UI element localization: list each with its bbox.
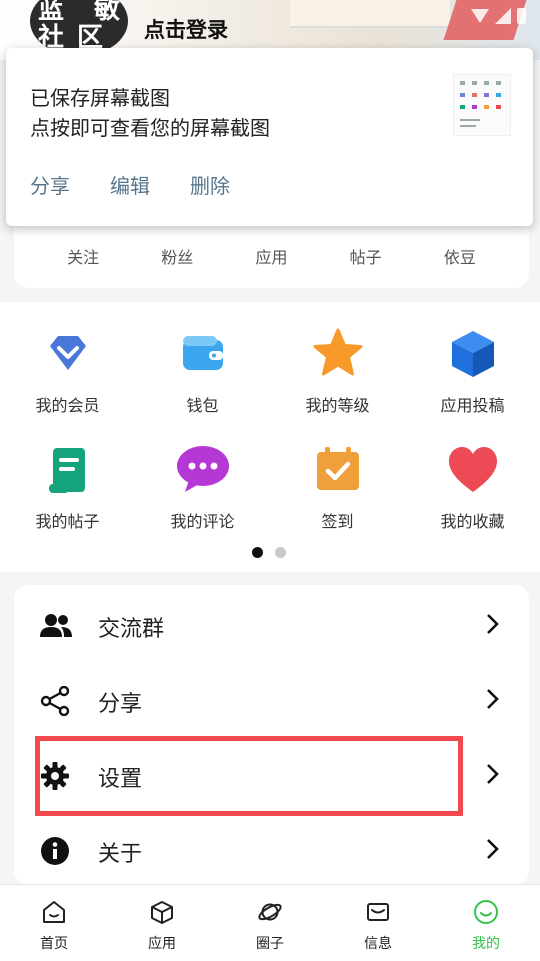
menu-item-about[interactable]: 关于 <box>14 814 529 884</box>
nav-label: 圈子 <box>256 936 284 952</box>
page-indicator <box>252 547 286 558</box>
wallet-icon <box>175 326 231 382</box>
info-icon <box>40 836 70 866</box>
grid-label: 我的帖子 <box>35 512 100 531</box>
settings-menu: 交流群 分享 设置 关于 <box>14 585 529 885</box>
nav-item-circle[interactable]: 圈子 <box>216 885 324 961</box>
scroll-icon <box>40 442 96 498</box>
nav-label: 首页 <box>40 936 68 952</box>
share-action-button[interactable]: 分享 <box>30 170 70 199</box>
nav-item-mine[interactable]: 我的 <box>432 885 540 961</box>
status-bar-icons <box>471 8 526 24</box>
nav-item-home[interactable]: 首页 <box>0 885 108 961</box>
grid-item-submit[interactable]: 应用投稿 <box>405 326 540 416</box>
nav-label: 信息 <box>364 936 392 952</box>
header-decoration <box>290 0 450 28</box>
screenshot-thumbnail[interactable] <box>453 74 511 136</box>
edit-action-button[interactable]: 编辑 <box>110 170 150 199</box>
menu-label: 分享 <box>98 692 143 717</box>
stats-row: 关注 粉丝 应用 帖子 依豆 <box>14 244 529 268</box>
grid-label: 我的评论 <box>170 512 235 531</box>
notification-title: 已保存屏幕截图 <box>30 86 170 110</box>
menu-item-group[interactable]: 交流群 <box>14 589 529 659</box>
box-icon <box>149 899 175 925</box>
grid-item-favorites[interactable]: 我的收藏 <box>405 442 540 532</box>
highlight-box <box>35 736 463 816</box>
stat-fans[interactable]: 粉丝 <box>132 244 222 268</box>
share-icon <box>40 685 70 717</box>
delete-action-button[interactable]: 删除 <box>190 170 230 199</box>
signal-icon <box>495 8 511 24</box>
grid-item-checkin[interactable]: 签到 <box>270 442 405 532</box>
stat-beans[interactable]: 依豆 <box>415 244 505 268</box>
chevron-right-icon <box>481 763 503 785</box>
grid-item-wallet[interactable]: 钱包 <box>135 326 270 416</box>
chevron-right-icon <box>481 613 503 635</box>
page-dot[interactable] <box>275 547 286 558</box>
heart-icon <box>445 442 501 498</box>
comment-bubble-icon <box>175 442 231 498</box>
grid-label: 钱包 <box>186 396 219 415</box>
cube-icon <box>445 326 501 382</box>
menu-label: 交流群 <box>98 617 165 642</box>
mail-icon <box>365 899 391 925</box>
nav-item-messages[interactable]: 信息 <box>324 885 432 961</box>
screenshot-notification[interactable]: 已保存屏幕截图 点按即可查看您的屏幕截图 分享 编辑 删除 <box>6 48 533 226</box>
grid-item-vip[interactable]: 我的会员 <box>0 326 135 416</box>
stat-follow[interactable]: 关注 <box>38 244 128 268</box>
notification-subtitle: 点按即可查看您的屏幕截图 <box>30 116 270 140</box>
grid-label: 我的会员 <box>35 396 100 415</box>
grid-label: 应用投稿 <box>440 396 505 415</box>
page-dot-active[interactable] <box>252 547 263 558</box>
stat-posts[interactable]: 帖子 <box>321 244 411 268</box>
menu-item-share[interactable]: 分享 <box>14 664 529 734</box>
star-icon <box>310 326 366 382</box>
smile-icon <box>473 899 499 925</box>
grid-label: 我的等级 <box>305 396 370 415</box>
chevron-right-icon <box>481 688 503 710</box>
notification-actions: 分享 编辑 删除 <box>30 170 230 199</box>
vip-diamond-icon <box>40 326 96 382</box>
nav-label: 应用 <box>148 936 176 952</box>
stat-apps[interactable]: 应用 <box>226 244 316 268</box>
home-icon <box>41 899 67 925</box>
grid-item-my-comments[interactable]: 我的评论 <box>135 442 270 532</box>
grid-item-level[interactable]: 我的等级 <box>270 326 405 416</box>
calendar-check-icon <box>310 442 366 498</box>
bottom-nav: 首页 应用 圈子 信息 我的 <box>0 884 540 961</box>
group-icon <box>40 611 72 641</box>
menu-label: 关于 <box>98 842 143 867</box>
grid-item-my-posts[interactable]: 我的帖子 <box>0 442 135 532</box>
nav-item-apps[interactable]: 应用 <box>108 885 216 961</box>
planet-icon <box>257 899 283 925</box>
feature-grid: 我的会员 钱包 我的等级 应用投稿 我的帖子 我的评论 签到 我的收藏 <box>0 302 540 572</box>
wifi-icon <box>471 9 489 23</box>
grid-label: 签到 <box>321 512 354 531</box>
login-link[interactable]: 点击登录 <box>144 14 228 44</box>
battery-icon <box>517 8 526 24</box>
nav-label: 我的 <box>472 936 500 952</box>
avatar-text: 蓝 敏 社 区 <box>38 0 123 53</box>
chevron-right-icon <box>481 838 503 860</box>
grid-label: 我的收藏 <box>440 512 505 531</box>
